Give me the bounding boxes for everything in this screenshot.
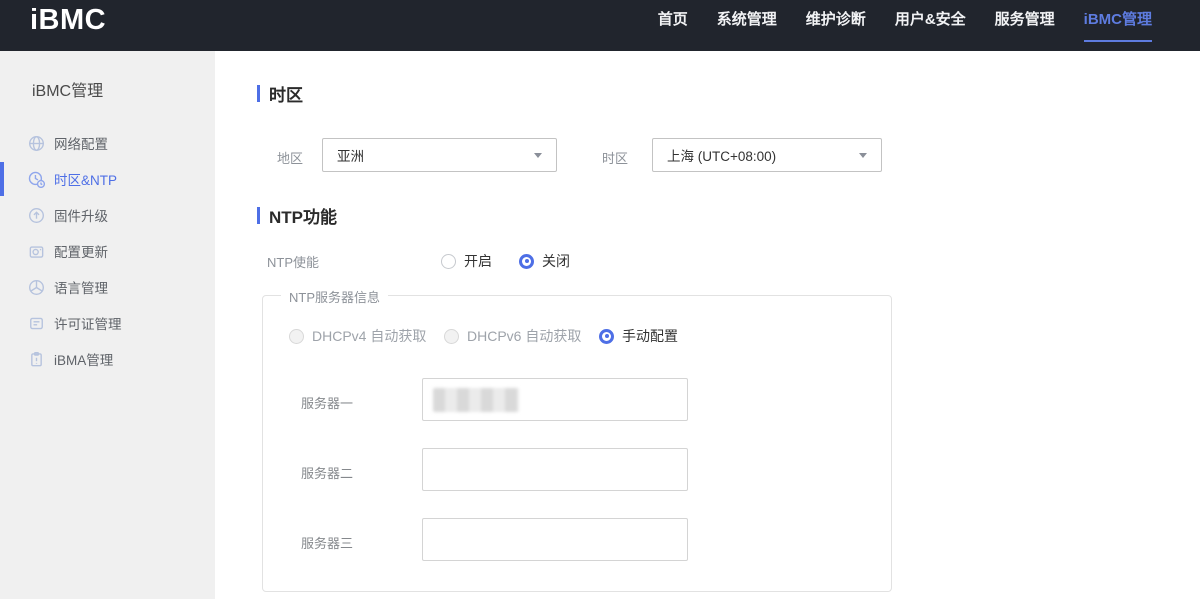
manual-config-radio[interactable]: 手动配置: [599, 326, 678, 346]
redacted-value: [433, 388, 519, 412]
timezone-select[interactable]: 上海 (UTC+08:00): [652, 138, 882, 172]
server3-input[interactable]: [422, 518, 688, 561]
app-logo: iBMC: [30, 4, 106, 37]
firmware-upgrade-icon: [28, 207, 45, 224]
sidebar: iBMC管理 网络配置 时区&NTP 固件升级: [0, 51, 215, 599]
nav-item-ibmc[interactable]: iBMC管理: [1084, 0, 1152, 51]
main-content: 时区 地区 亚洲 时区 上海 (UTC+08:00) NTP功能 NTP使能 开…: [215, 51, 1200, 599]
server2-input[interactable]: [422, 448, 688, 491]
sidebar-item-network[interactable]: 网络配置: [0, 125, 215, 161]
sidebar-item-license[interactable]: 许可证管理: [0, 305, 215, 341]
sidebar-item-label: 许可证管理: [54, 313, 122, 333]
sidebar-item-label: 网络配置: [54, 133, 108, 153]
server1-label: 服务器一: [301, 393, 353, 412]
server3-label: 服务器三: [301, 533, 353, 552]
sidebar-item-timezone-ntp[interactable]: 时区&NTP: [0, 161, 215, 197]
ibma-icon: [28, 351, 45, 368]
sidebar-item-label: 时区&NTP: [54, 169, 117, 189]
sidebar-item-label: 语言管理: [54, 277, 108, 297]
nav-item-service[interactable]: 服务管理: [995, 0, 1055, 51]
nav-item-user-security[interactable]: 用户&安全: [895, 0, 966, 51]
timezone-label: 时区: [602, 148, 628, 167]
region-select-value: 亚洲: [337, 145, 526, 165]
language-icon: [28, 279, 45, 296]
sidebar-item-firmware-upgrade[interactable]: 固件升级: [0, 197, 215, 233]
radio-disabled-icon: [289, 329, 304, 344]
sidebar-item-config-update[interactable]: 配置更新: [0, 233, 215, 269]
chevron-down-icon: [534, 153, 542, 158]
sidebar-item-label: 配置更新: [54, 241, 108, 261]
server1-input[interactable]: [422, 378, 688, 421]
network-icon: [28, 135, 45, 152]
top-nav: 首页 系统管理 维护诊断 用户&安全 服务管理 iBMC管理: [658, 0, 1152, 51]
radio-selected-icon: [599, 329, 614, 344]
top-header: iBMC 首页 系统管理 维护诊断 用户&安全 服务管理 iBMC管理: [0, 0, 1200, 51]
nav-item-system[interactable]: 系统管理: [717, 0, 777, 51]
ntp-enable-label: NTP使能: [267, 252, 319, 271]
nav-item-maintenance[interactable]: 维护诊断: [806, 0, 866, 51]
chevron-down-icon: [859, 153, 867, 158]
page: iBMC 首页 系统管理 维护诊断 用户&安全 服务管理 iBMC管理 iBMC…: [0, 0, 1200, 599]
radio-selected-icon: [519, 254, 534, 269]
region-label: 地区: [277, 148, 303, 167]
radio-disabled-icon: [444, 329, 459, 344]
region-select[interactable]: 亚洲: [322, 138, 557, 172]
timezone-select-value: 上海 (UTC+08:00): [667, 145, 851, 165]
ntp-server-group-legend: NTP服务器信息: [281, 287, 388, 306]
sidebar-item-label: iBMA管理: [54, 349, 113, 369]
radio-unselected-icon: [441, 254, 456, 269]
dhcpv6-auto-radio[interactable]: DHCPv6 自动获取: [444, 326, 581, 346]
nav-item-home[interactable]: 首页: [658, 0, 688, 51]
server2-label: 服务器二: [301, 463, 353, 482]
section-accent-bar: [257, 85, 260, 102]
sidebar-item-ibma[interactable]: iBMA管理: [0, 341, 215, 377]
config-update-icon: [28, 243, 45, 260]
sidebar-item-label: 固件升级: [54, 205, 108, 225]
section-accent-bar: [257, 207, 260, 224]
sidebar-title: iBMC管理: [32, 77, 103, 101]
timezone-ntp-icon: [28, 171, 45, 188]
sidebar-menu: 网络配置 时区&NTP 固件升级 配置更新: [0, 125, 215, 377]
license-icon: [28, 315, 45, 332]
ntp-enable-on-radio[interactable]: 开启: [441, 251, 492, 271]
dhcpv4-auto-radio[interactable]: DHCPv4 自动获取: [289, 326, 426, 346]
ntp-enable-off-radio[interactable]: 关闭: [519, 251, 570, 271]
sidebar-item-language[interactable]: 语言管理: [0, 269, 215, 305]
ntp-server-group: NTP服务器信息 DHCPv4 自动获取 DHCPv6 自动获取 手动配置 服务…: [262, 295, 892, 592]
section-title-ntp: NTP功能: [257, 203, 337, 228]
section-title-timezone: 时区: [257, 81, 303, 106]
